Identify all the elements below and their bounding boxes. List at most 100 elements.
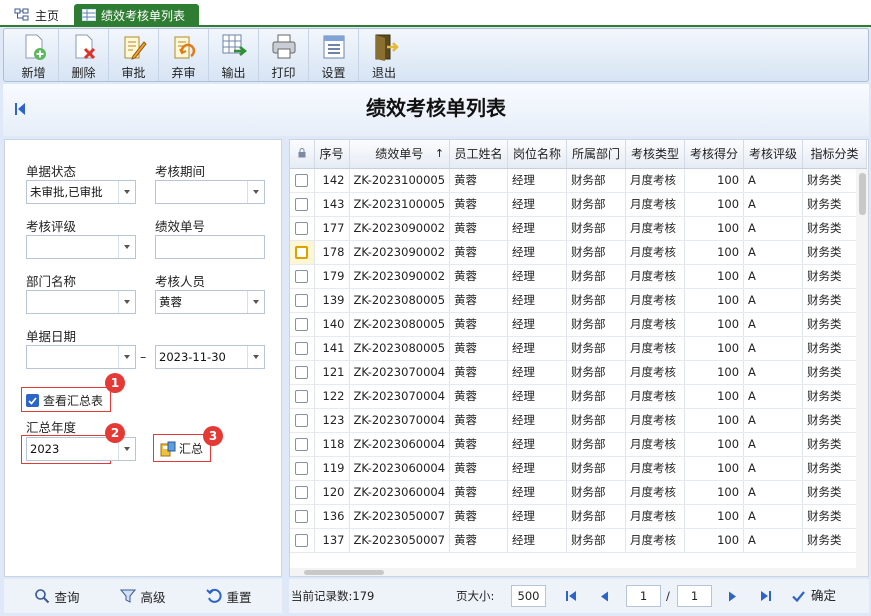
tab-home[interactable]: 主页 — [6, 4, 67, 26]
row-checkbox-cell[interactable] — [290, 480, 315, 505]
column-header[interactable]: 所属部门 — [566, 140, 627, 169]
table-row[interactable]: 123 ZK-2023070004 黄蓉 经理 财务部 月度考核 100 A 财务类 — [290, 408, 868, 433]
chevron-down-icon[interactable] — [247, 181, 264, 203]
row-checkbox[interactable] — [295, 462, 309, 475]
status-select[interactable]: 未审批,已审批 — [26, 180, 136, 204]
chevron-down-icon[interactable] — [118, 236, 135, 258]
query-button[interactable]: 查询 — [34, 587, 80, 606]
table-row[interactable]: 141 ZK-2023080005 黄蓉 经理 财务部 月度考核 100 A 财务类 — [290, 336, 868, 361]
row-checkbox-cell[interactable] — [290, 384, 315, 409]
last-page-icon[interactable] — [760, 590, 772, 602]
row-checkbox-cell[interactable] — [290, 168, 315, 193]
row-checkbox[interactable] — [295, 318, 309, 331]
print-button[interactable]: 打印 — [259, 29, 309, 81]
period-select[interactable] — [155, 180, 265, 204]
row-checkbox[interactable] — [295, 342, 309, 355]
next-page-icon[interactable] — [727, 591, 737, 602]
prev-page-icon[interactable] — [600, 591, 610, 602]
chevron-down-icon[interactable] — [118, 181, 135, 203]
summary-checkbox[interactable]: 查看汇总表 — [26, 392, 103, 409]
page-input[interactable]: 1 — [626, 585, 661, 607]
column-header[interactable]: 考核得分 — [684, 140, 745, 169]
settings-button[interactable]: 设置 — [309, 29, 359, 81]
date-from-select[interactable] — [26, 345, 136, 369]
row-checkbox-cell[interactable] — [290, 264, 315, 289]
table-row[interactable]: 177 ZK-2023090002 黄蓉 经理 财务部 月度考核 100 A 财务类 — [290, 216, 868, 241]
table-row[interactable]: 136 ZK-2023050007 黄蓉 经理 财务部 月度考核 100 A 财务类 — [290, 504, 868, 529]
chevron-down-icon[interactable] — [118, 346, 135, 368]
row-checkbox-cell[interactable] — [290, 240, 315, 265]
row-checkbox[interactable] — [295, 270, 309, 283]
row-checkbox[interactable] — [295, 414, 309, 427]
table-row[interactable]: 121 ZK-2023070004 黄蓉 经理 财务部 月度考核 100 A 财务类 — [290, 360, 868, 385]
table-row[interactable]: 137 ZK-2023050007 黄蓉 经理 财务部 月度考核 100 A 财务类 — [290, 528, 868, 553]
search-icon — [35, 589, 50, 604]
new-button[interactable]: 新增 — [9, 29, 59, 81]
table-row[interactable]: 139 ZK-2023080005 黄蓉 经理 财务部 月度考核 100 A 财务类 — [290, 288, 868, 313]
confirm-button[interactable]: 确定 — [792, 579, 836, 613]
table-row[interactable]: 179 ZK-2023090002 黄蓉 经理 财务部 月度考核 100 A 财务类 — [290, 264, 868, 289]
tab-performance-list[interactable]: 绩效考核单列表 — [74, 4, 199, 26]
row-checkbox-cell[interactable] — [290, 408, 315, 433]
row-checkbox-cell[interactable] — [290, 336, 315, 361]
row-checkbox[interactable] — [295, 510, 309, 523]
row-checkbox-cell[interactable] — [290, 312, 315, 337]
table-row[interactable]: 122 ZK-2023070004 黄蓉 经理 财务部 月度考核 100 A 财务类 — [290, 384, 868, 409]
row-checkbox[interactable] — [295, 534, 309, 547]
date-to-select[interactable]: 2023-11-30 — [155, 345, 265, 369]
column-header[interactable]: 指标分类 — [802, 140, 868, 169]
table-row[interactable]: 142 ZK-2023100005 黄蓉 经理 财务部 月度考核 100 A 财务类 — [290, 168, 868, 193]
row-checkbox[interactable] — [295, 198, 309, 211]
row-checkbox-cell[interactable] — [290, 288, 315, 313]
row-checkbox-cell[interactable] — [290, 528, 315, 553]
page-size-input[interactable]: 500 — [511, 585, 546, 607]
horizontal-scrollbar[interactable] — [290, 568, 856, 576]
unapprove-button[interactable]: 弃审 — [159, 29, 209, 81]
column-header[interactable]: 考核类型 — [625, 140, 686, 169]
row-checkbox[interactable] — [295, 486, 309, 499]
table-row[interactable]: 119 ZK-2023060004 黄蓉 经理 财务部 月度考核 100 A 财务类 — [290, 456, 868, 481]
row-checkbox[interactable] — [295, 222, 309, 235]
approve-button[interactable]: 审批 — [109, 29, 159, 81]
column-header[interactable]: 考核评级 — [743, 140, 804, 169]
table-row[interactable]: 178 ZK-2023090002 黄蓉 经理 财务部 月度考核 100 A 财务类 — [290, 240, 868, 265]
table-row[interactable]: 143 ZK-2023100005 黄蓉 经理 财务部 月度考核 100 A 财务类 — [290, 192, 868, 217]
scroll-thumb[interactable] — [304, 570, 384, 575]
row-checkbox[interactable] — [295, 438, 309, 451]
row-checkbox[interactable] — [295, 246, 309, 259]
row-checkbox-cell[interactable] — [290, 504, 315, 529]
chevron-down-icon[interactable] — [247, 346, 264, 368]
checkbox-checked-icon[interactable] — [26, 394, 39, 407]
table-row[interactable]: 120 ZK-2023060004 黄蓉 经理 财务部 月度考核 100 A 财务类 — [290, 480, 868, 505]
table-row[interactable]: 140 ZK-2023080005 黄蓉 经理 财务部 月度考核 100 A 财务类 — [290, 312, 868, 337]
exit-button[interactable]: 退出 — [359, 29, 409, 81]
row-checkbox[interactable] — [295, 390, 309, 403]
delete-button[interactable]: 删除 — [59, 29, 109, 81]
row-checkbox[interactable] — [295, 294, 309, 307]
vertical-scrollbar[interactable] — [856, 169, 868, 576]
export-button[interactable]: 输出 — [209, 29, 259, 81]
row-checkbox-cell[interactable] — [290, 456, 315, 481]
doc-no-input[interactable] — [155, 235, 265, 259]
column-header[interactable]: 序号 — [314, 140, 350, 169]
column-header[interactable]: 岗位名称 — [507, 140, 568, 169]
chevron-down-icon[interactable] — [118, 291, 135, 313]
dept-select[interactable] — [26, 290, 136, 314]
advanced-button[interactable]: 高级 — [120, 587, 166, 606]
row-checkbox-cell[interactable] — [290, 216, 315, 241]
row-checkbox-cell[interactable] — [290, 432, 315, 457]
row-checkbox[interactable] — [295, 174, 309, 187]
first-page-icon[interactable] — [565, 590, 577, 602]
row-checkbox[interactable] — [295, 366, 309, 379]
rating-select[interactable] — [26, 235, 136, 259]
table-row[interactable]: 118 ZK-2023060004 黄蓉 经理 财务部 月度考核 100 A 财务类 — [290, 432, 868, 457]
row-checkbox-cell[interactable] — [290, 192, 315, 217]
chevron-down-icon[interactable] — [247, 291, 264, 313]
reset-button[interactable]: 重置 — [206, 587, 252, 606]
column-header[interactable]: 员工姓名 — [449, 140, 509, 169]
lock-column-header[interactable] — [290, 140, 315, 169]
scroll-thumb[interactable] — [859, 173, 866, 215]
column-header-sorted[interactable]: 绩效单号 ↑ — [349, 140, 451, 169]
row-checkbox-cell[interactable] — [290, 360, 315, 385]
person-select[interactable]: 黄蓉 — [155, 290, 265, 314]
